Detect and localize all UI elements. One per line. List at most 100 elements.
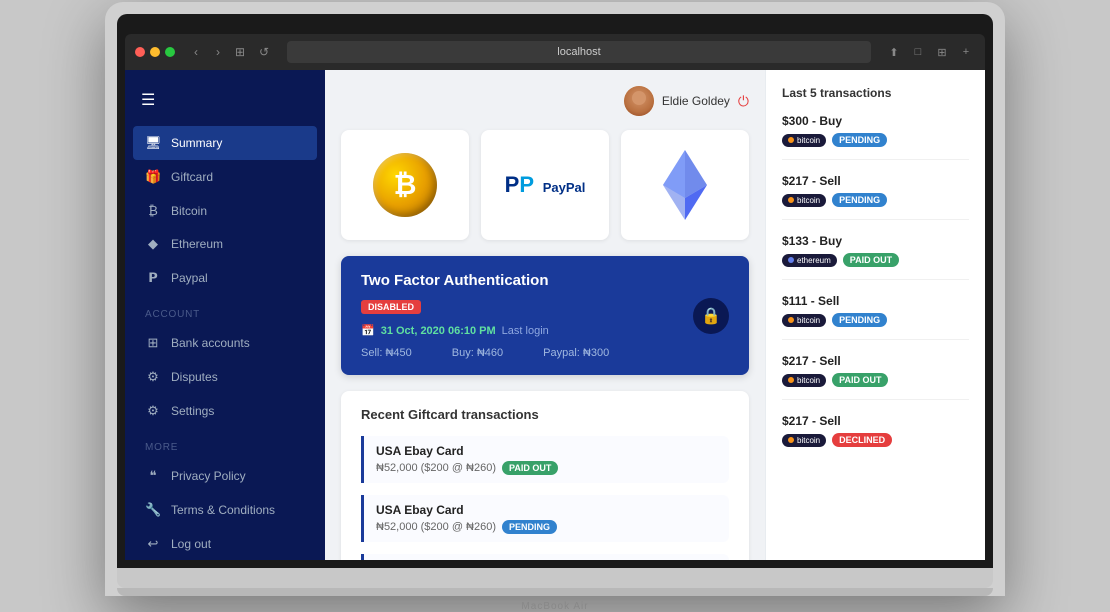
ethereum-logo [663, 150, 707, 220]
sidebar-item-giftcard[interactable]: 🎁 Giftcard [125, 160, 325, 194]
gc-status-badge: PAID OUT [502, 461, 558, 475]
tfa-login-label: Last login [502, 325, 549, 337]
hamburger-menu[interactable]: ☰ [125, 86, 325, 126]
coin-badge: bitcoin [782, 134, 826, 147]
right-panel: Last 5 transactions $300 - Buy bitcoin P… [765, 70, 985, 560]
header-bar: Eldie Goldey ⏻ [341, 86, 749, 116]
giftcard-list-item[interactable]: USA Ebay Card ₦52,000 ($200 @ ₦260) PAID… [361, 436, 729, 483]
tx-details: bitcoin PENDING [782, 193, 969, 207]
paypal-nav-icon: 𝗣 [145, 270, 161, 286]
address-bar[interactable]: localhost [287, 41, 871, 63]
sidebar-label-bitcoin: Bitcoin [171, 204, 207, 218]
more-button[interactable]: ⊞ [933, 43, 951, 61]
gc-name: USA Ebay Card [376, 503, 717, 517]
payment-cards-row: ₿ PP PayPal [341, 130, 749, 240]
sidebar-item-summary[interactable]: 🖥 Summary [133, 126, 317, 160]
forward-button[interactable]: › [209, 43, 227, 61]
terms-icon: 🔧 [145, 502, 161, 518]
sidebar-item-settings[interactable]: ⚙ Settings [125, 394, 325, 428]
tx-details: bitcoin PAID OUT [782, 373, 969, 387]
calendar-icon: 📅 [361, 324, 375, 337]
tfa-status-badge: DISABLED [361, 300, 421, 314]
gc-status-badge: PENDING [502, 520, 557, 534]
tx-amount: $217 - Sell [782, 414, 969, 428]
tfa-card: Two Factor Authentication DISABLED 🔒 📅 3… [341, 256, 749, 375]
tfa-buy-value: ₦460 [477, 347, 503, 359]
sidebar: ☰ 🖥 Summary 🎁 Giftcard ₿ Bitcoin ◆ Ether… [125, 70, 325, 560]
tx-details: ethereum PAID OUT [782, 253, 969, 267]
sidebar-label-giftcard: Giftcard [171, 170, 213, 184]
sidebar-item-bank-accounts[interactable]: ⊞ Bank accounts [125, 326, 325, 360]
sidebar-toggle-button[interactable]: ⊞ [231, 43, 249, 61]
bitcoin-nav-icon: ₿ [145, 203, 161, 218]
coin-badge: bitcoin [782, 434, 826, 447]
tfa-sell-label: Sell: [361, 347, 382, 359]
sidebar-label-logout: Log out [171, 537, 211, 551]
traffic-light-yellow[interactable] [150, 47, 160, 57]
gc-amount-text: ₦52,000 ($200 @ ₦260) [376, 462, 496, 474]
tfa-login-info: 📅 31 Oct, 2020 06:10 PM Last login [361, 324, 729, 337]
tx-details: bitcoin DECLINED [782, 433, 969, 447]
back-button[interactable]: ‹ [187, 43, 205, 61]
coin-badge: bitcoin [782, 374, 826, 387]
avatar [624, 86, 654, 116]
sidebar-item-logout[interactable]: ↩ Log out [125, 527, 325, 560]
sidebar-label-settings: Settings [171, 404, 214, 418]
coin-label: bitcoin [797, 316, 820, 325]
tx-details: bitcoin PENDING [782, 133, 969, 147]
sidebar-item-paypal[interactable]: 𝗣 Paypal [125, 261, 325, 295]
traffic-light-green[interactable] [165, 47, 175, 57]
paypal-card[interactable]: PP PayPal [481, 130, 609, 240]
bank-icon: ⊞ [145, 335, 161, 351]
coin-icon [788, 317, 794, 323]
gc-amount: ₦52,000 ($200 @ ₦260) PAID OUT [376, 461, 717, 475]
sidebar-item-bitcoin[interactable]: ₿ Bitcoin [125, 194, 325, 227]
tx-amount: $133 - Buy [782, 234, 969, 248]
sidebar-item-privacy[interactable]: ❝ Privacy Policy [125, 459, 325, 493]
transaction-item[interactable]: $300 - Buy bitcoin PENDING [782, 114, 969, 160]
recent-transactions-section: Recent Giftcard transactions USA Ebay Ca… [341, 391, 749, 560]
giftcard-list-item[interactable]: USA Ebay Card ₦52,000 ($200 @ ₦260) PEND… [361, 554, 729, 560]
coin-label: bitcoin [797, 436, 820, 445]
logout-power-button[interactable]: ⏻ [738, 93, 749, 110]
sidebar-item-terms[interactable]: 🔧 Terms & Conditions [125, 493, 325, 527]
coin-icon [788, 377, 794, 383]
ethereum-card[interactable] [621, 130, 749, 240]
tfa-paypal-value: ₦300 [583, 347, 609, 359]
disputes-icon: ⚙ [145, 369, 161, 385]
sidebar-label-terms: Terms & Conditions [171, 503, 275, 517]
bitcoin-logo: ₿ [373, 153, 437, 217]
tfa-buy-label: Buy: [452, 347, 474, 359]
transaction-item[interactable]: $217 - Sell bitcoin PENDING [782, 174, 969, 220]
tx-status-badge: PENDING [832, 193, 887, 207]
tx-amount: $217 - Sell [782, 174, 969, 188]
sidebar-label-paypal: Paypal [171, 271, 208, 285]
transaction-item[interactable]: $217 - Sell bitcoin DECLINED [782, 414, 969, 459]
coin-icon [788, 137, 794, 143]
coin-icon [788, 257, 794, 263]
sidebar-item-ethereum[interactable]: ◆ Ethereum [125, 227, 325, 261]
transaction-item[interactable]: $133 - Buy ethereum PAID OUT [782, 234, 969, 280]
coin-badge: bitcoin [782, 194, 826, 207]
gc-amount: ₦52,000 ($200 @ ₦260) PENDING [376, 520, 717, 534]
sidebar-label-bank: Bank accounts [171, 336, 250, 350]
sidebar-label-disputes: Disputes [171, 370, 218, 384]
bookmark-button[interactable]: □ [909, 43, 927, 61]
share-button[interactable]: ⬆ [885, 43, 903, 61]
giftcard-icon: 🎁 [145, 169, 161, 185]
tx-status-badge: DECLINED [832, 433, 892, 447]
tfa-lock-icon: 🔒 [693, 298, 729, 334]
tfa-sell-value: ₦450 [385, 347, 411, 359]
zoom-button[interactable]: + [957, 43, 975, 61]
coin-icon [788, 197, 794, 203]
sidebar-item-disputes[interactable]: ⚙ Disputes [125, 360, 325, 394]
tfa-paypal-label: Paypal: [543, 347, 580, 359]
tfa-sell-rate: Sell: ₦450 [361, 347, 412, 359]
transaction-item[interactable]: $217 - Sell bitcoin PAID OUT [782, 354, 969, 400]
giftcard-list-item[interactable]: USA Ebay Card ₦52,000 ($200 @ ₦260) PEND… [361, 495, 729, 542]
summary-icon: 🖥 [145, 135, 161, 151]
bitcoin-card[interactable]: ₿ [341, 130, 469, 240]
reload-button[interactable]: ↺ [255, 43, 273, 61]
traffic-light-red[interactable] [135, 47, 145, 57]
transaction-item[interactable]: $111 - Sell bitcoin PENDING [782, 294, 969, 340]
